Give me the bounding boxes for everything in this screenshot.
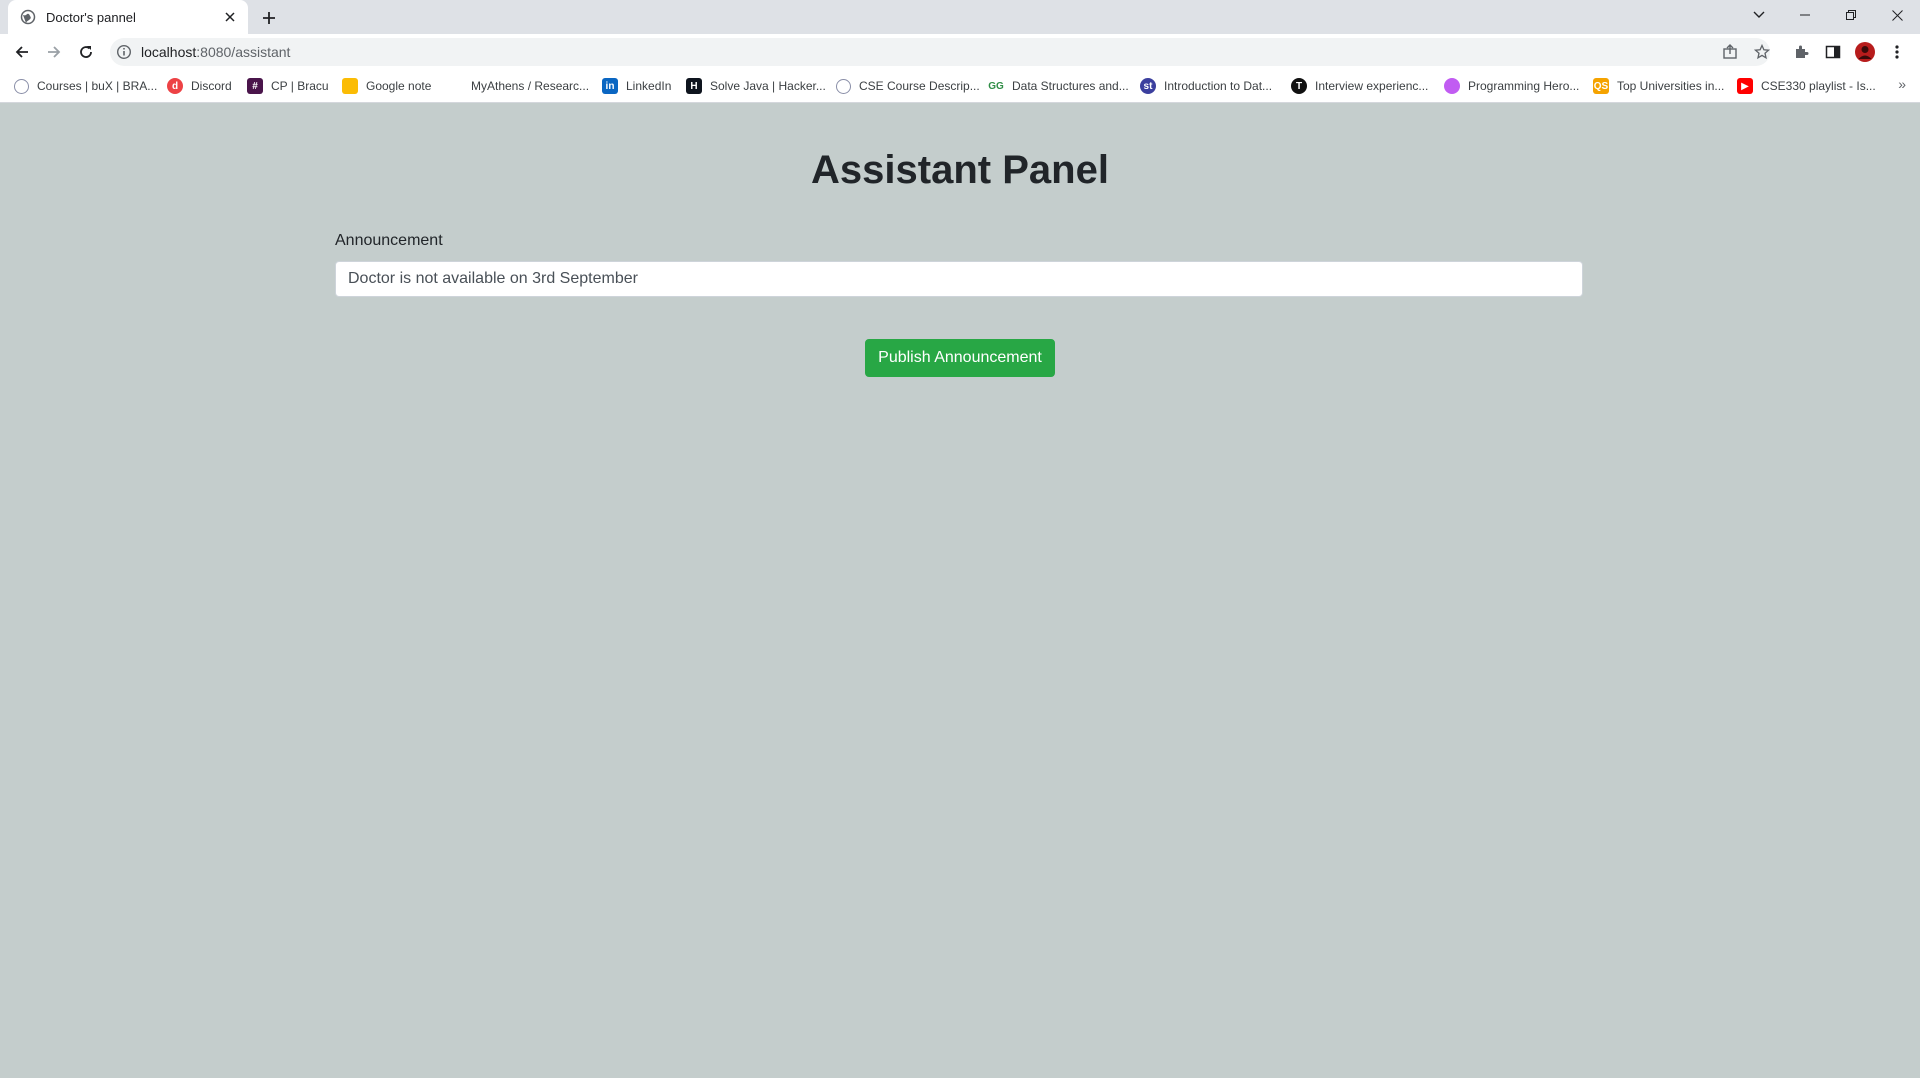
bookmark-label: Introduction to Dat... — [1164, 79, 1273, 93]
site-info-icon[interactable] — [116, 44, 132, 60]
url-path: :8080/assistant — [196, 44, 291, 60]
forward-icon[interactable] — [42, 40, 66, 64]
restore-icon[interactable] — [1828, 0, 1874, 30]
bookmark-label: CP | Bracu — [271, 79, 329, 93]
more-bookmarks-icon[interactable]: » — [1898, 76, 1906, 92]
bookmark-item[interactable]: st Introduction to Dat... — [1140, 76, 1272, 96]
bookmark-item[interactable]: ▶ CSE330 playlist - Is... — [1737, 76, 1876, 96]
bookmark-item[interactable]: CSE Course Descrip... — [836, 76, 980, 96]
browser-tab[interactable]: Doctor's pannel — [8, 0, 248, 34]
youtube-icon: ▶ — [1737, 78, 1753, 94]
bookmark-label: Courses | buX | BRA... — [37, 79, 158, 93]
google-keep-icon — [342, 78, 358, 94]
bookmark-label: Data Structures and... — [1012, 79, 1129, 93]
bookmark-item[interactable]: in LinkedIn — [602, 76, 671, 96]
profile-avatar[interactable] — [1854, 41, 1876, 63]
browser-tabstrip: Doctor's pannel — [0, 0, 1920, 34]
t-icon: T — [1291, 78, 1307, 94]
bookmark-item[interactable]: GG Data Structures and... — [988, 76, 1129, 96]
extensions-icon[interactable] — [1790, 41, 1812, 63]
bookmark-label: LinkedIn — [626, 79, 672, 93]
bookmark-label: Discord — [191, 79, 232, 93]
gfg-icon: GG — [988, 80, 1004, 92]
bookmark-item[interactable]: MyAthens / Researc... — [447, 76, 589, 96]
bookmark-label: Programming Hero... — [1468, 79, 1580, 93]
globe-icon — [20, 9, 36, 25]
address-bar[interactable]: localhost:8080/assistant — [110, 38, 1770, 66]
announcement-label: Announcement — [335, 232, 443, 249]
bookmark-item[interactable]: H Solve Java | Hacker... — [686, 76, 826, 96]
athens-icon — [447, 78, 463, 94]
bookmark-label: Solve Java | Hacker... — [710, 79, 826, 93]
bookmark-label: CSE330 playlist - Is... — [1761, 79, 1876, 93]
bookmark-item[interactable]: Programming Hero... — [1444, 76, 1579, 96]
bookmarks-bar: » Courses | buX | BRA... d Discord # CP | Br… — [0, 70, 1920, 103]
close-tab-icon[interactable] — [220, 7, 240, 27]
publish-announcement-button[interactable]: Publish Announcement — [865, 339, 1055, 377]
bookmark-label: MyAthens / Researc... — [471, 79, 590, 93]
globe-icon — [836, 78, 851, 94]
tab-title: Doctor's pannel — [46, 9, 136, 25]
page-title: Assistant Panel — [811, 148, 1109, 192]
hackerrank-icon: H — [686, 78, 702, 94]
bookmark-item[interactable]: # CP | Bracu — [247, 76, 329, 96]
back-icon[interactable] — [10, 40, 34, 64]
bookmark-item[interactable]: QS Top Universities in... — [1593, 76, 1724, 96]
globe-icon — [14, 78, 29, 94]
menu-kebab-icon[interactable] — [1886, 41, 1908, 63]
reload-icon[interactable] — [74, 40, 98, 64]
slack-icon: # — [247, 78, 263, 94]
browser-toolbar: localhost:8080/assistant — [0, 34, 1920, 70]
announcement-input[interactable] — [335, 261, 1583, 297]
bookmark-label: CSE Course Descrip... — [859, 79, 980, 93]
side-panel-icon[interactable] — [1822, 41, 1844, 63]
close-window-icon[interactable] — [1874, 0, 1920, 30]
qs-icon: QS — [1593, 78, 1609, 94]
studytonight-icon: st — [1140, 78, 1156, 94]
bookmark-item[interactable]: T Interview experienc... — [1291, 76, 1428, 96]
tab-search-icon[interactable] — [1736, 0, 1782, 30]
share-icon[interactable] — [1719, 41, 1741, 63]
bookmark-item[interactable]: Google note — [342, 76, 431, 96]
bookmark-item[interactable]: Courses | buX | BRA... — [14, 76, 157, 96]
linkedin-icon: in — [602, 78, 618, 94]
new-tab-icon[interactable] — [258, 7, 280, 29]
bookmark-label: Google note — [366, 79, 432, 93]
url-host: localhost — [141, 44, 197, 60]
url-text: localhost:8080/assistant — [141, 44, 290, 60]
minimize-icon[interactable] — [1782, 0, 1828, 30]
bookmark-star-icon[interactable] — [1751, 41, 1773, 63]
bookmark-label: Interview experienc... — [1315, 79, 1429, 93]
discord-icon: d — [167, 78, 183, 94]
bookmark-item[interactable]: d Discord — [167, 76, 232, 96]
programming-hero-icon — [1444, 78, 1460, 94]
bookmark-label: Top Universities in... — [1617, 79, 1725, 93]
